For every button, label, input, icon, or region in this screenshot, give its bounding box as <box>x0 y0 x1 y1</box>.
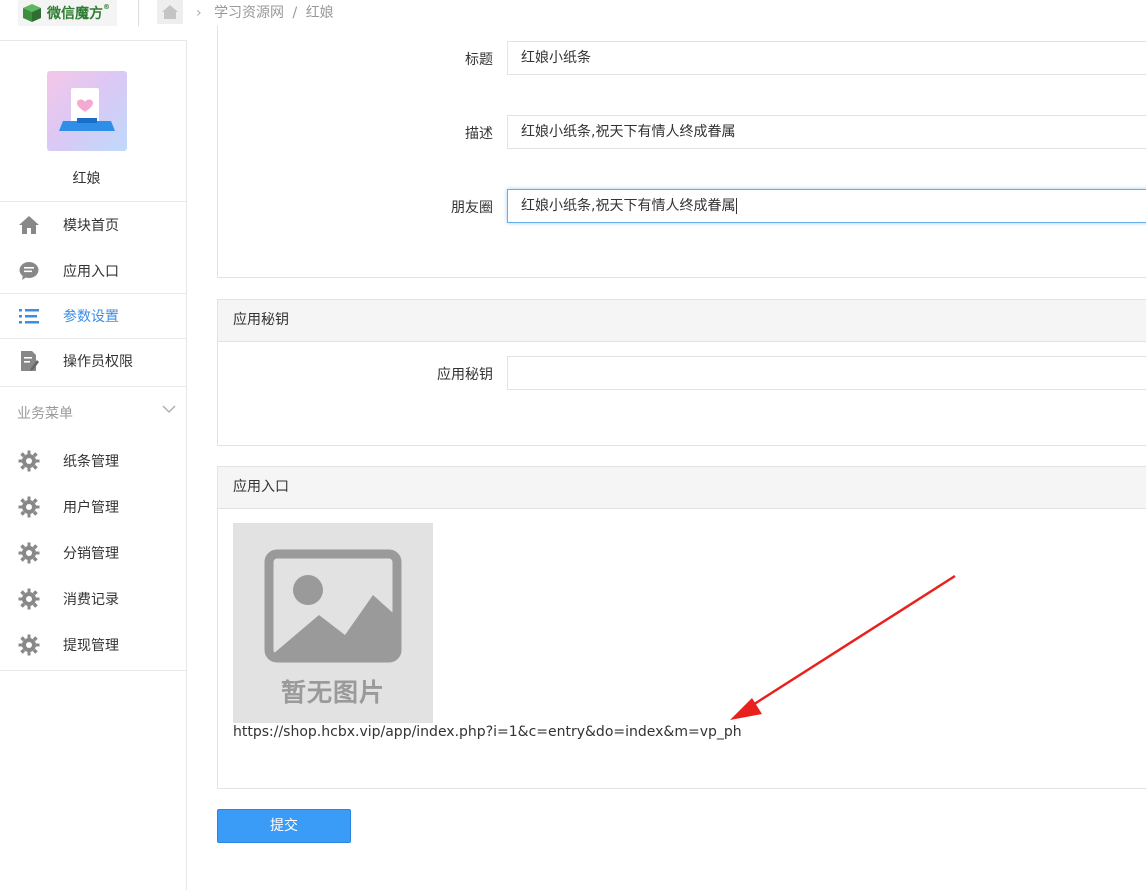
moments-label: 朋友圈 <box>451 200 493 216</box>
moments-input-text: 红娘小纸条,祝天下有情人终成眷属 <box>521 198 736 214</box>
chevron-down-icon[interactable] <box>162 402 176 416</box>
breadcrumb-item-site[interactable]: 学习资源网 <box>214 5 284 21</box>
title-input[interactable]: 红娘小纸条 <box>507 41 1146 75</box>
sidebar-item-distribution-management[interactable]: 分销管理 <box>0 530 187 575</box>
app-name: 红娘 <box>72 171 101 187</box>
sidebar-item-user-management[interactable]: 用户管理 <box>0 484 187 529</box>
sidebar-item-label: 消费记录 <box>63 592 119 608</box>
home-icon <box>18 214 40 236</box>
sidebar-item-consumption-records[interactable]: 消费记录 <box>0 576 187 621</box>
app-entry-panel: 应用入口 暂无图片 https://shop.hcbx.vip/app/inde… <box>217 466 1146 789</box>
sidebar-item-label: 应用入口 <box>63 264 119 280</box>
edit-doc-icon <box>18 350 40 372</box>
app-secret-input[interactable] <box>507 356 1146 390</box>
breadcrumb-home-button[interactable] <box>157 0 183 24</box>
breadcrumb-item-module[interactable]: 红娘 <box>306 5 334 21</box>
text-caret <box>736 198 738 214</box>
gear-icon <box>18 542 40 564</box>
logo-text: 微信魔方® <box>47 3 110 22</box>
app-secret-label: 应用秘钥 <box>437 367 493 383</box>
home-icon <box>162 5 178 19</box>
sidebar-item-label: 提现管理 <box>63 638 119 654</box>
app-avatar <box>47 71 127 151</box>
sidebar-item-app-entry[interactable]: 应用入口 <box>0 248 187 293</box>
entry-url[interactable]: https://shop.hcbx.vip/app/index.php?i=1&… <box>233 724 742 740</box>
sidebar-item-label: 分销管理 <box>63 546 119 562</box>
app-secret-panel-title: 应用秘钥 <box>218 300 1146 342</box>
gear-icon <box>18 588 40 610</box>
chevron-right-icon: › <box>196 5 202 21</box>
sidebar-item-label: 操作员权限 <box>63 354 133 370</box>
sidebar-top-divider <box>0 40 187 41</box>
top-divider <box>138 0 139 26</box>
breadcrumb-separator: / <box>292 5 298 21</box>
sidebar-item-module-home[interactable]: 模块首页 <box>0 202 187 247</box>
gear-icon <box>18 496 40 518</box>
sidebar-item-label: 参数设置 <box>63 309 119 325</box>
sidebar: 红娘 模块首页 应用入口 参数设置 操作员权限 业务菜单 纸条管理 用户管理 分… <box>0 40 187 890</box>
description-label: 描述 <box>465 126 493 142</box>
sidebar-group-title: 业务菜单 <box>17 406 73 422</box>
moments-input[interactable]: 红娘小纸条,祝天下有情人终成眷属 <box>507 189 1146 223</box>
divider <box>0 386 187 387</box>
submit-button[interactable]: 提交 <box>217 809 351 843</box>
gear-icon <box>18 634 40 656</box>
gear-icon <box>18 450 40 472</box>
breadcrumb: › 学习资源网 / 红娘 <box>196 2 334 22</box>
list-icon <box>18 305 40 327</box>
logo[interactable]: 微信魔方® <box>18 0 117 26</box>
sidebar-item-note-management[interactable]: 纸条管理 <box>0 438 187 483</box>
share-settings-panel: 标题 红娘小纸条 描述 红娘小纸条,祝天下有情人终成眷属 朋友圈 红娘小纸条,祝… <box>217 26 1146 278</box>
sidebar-item-label: 模块首页 <box>63 218 119 234</box>
logo-cube-icon <box>23 4 41 22</box>
image-placeholder-icon <box>264 549 402 663</box>
no-image-text: 暂无图片 <box>280 678 385 707</box>
app-logo-icon <box>59 88 115 131</box>
sidebar-item-label: 用户管理 <box>63 500 119 516</box>
sidebar-item-withdrawal-management[interactable]: 提现管理 <box>0 622 187 667</box>
qr-code-placeholder: 暂无图片 <box>233 523 433 723</box>
app-entry-panel-title: 应用入口 <box>218 467 1146 509</box>
sidebar-item-operator-permissions[interactable]: 操作员权限 <box>0 338 187 383</box>
app-secret-panel: 应用秘钥 应用秘钥 <box>217 299 1146 446</box>
sidebar-item-label: 纸条管理 <box>63 454 119 470</box>
top-bar: 微信魔方® › 学习资源网 / 红娘 <box>0 0 1146 26</box>
description-input[interactable]: 红娘小纸条,祝天下有情人终成眷属 <box>507 115 1146 149</box>
sidebar-item-settings[interactable]: 参数设置 <box>0 293 187 338</box>
divider <box>0 670 187 671</box>
title-label: 标题 <box>465 52 493 68</box>
chat-icon <box>18 260 40 282</box>
